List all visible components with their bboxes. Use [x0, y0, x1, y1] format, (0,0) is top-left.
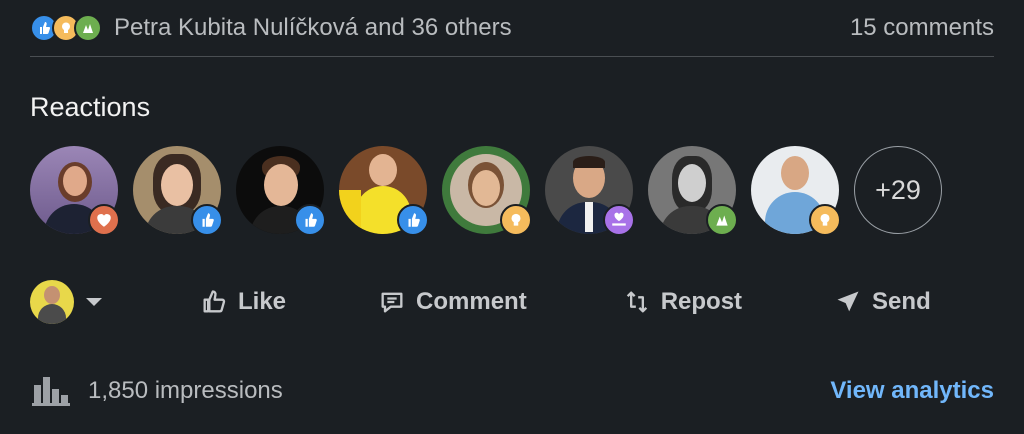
analytics-footer: 1,850 impressions View analytics [30, 366, 994, 416]
repost-icon [626, 291, 647, 313]
chevron-down-icon [86, 298, 102, 306]
send-icon [837, 291, 859, 312]
thumbs-up-icon [203, 290, 226, 313]
reactor-avatar[interactable] [236, 146, 326, 236]
repost-label: Repost [660, 288, 743, 315]
comment-button[interactable]: Comment [378, 288, 527, 316]
like-reaction-icon [294, 204, 326, 236]
comment-icon [381, 292, 403, 313]
like-button[interactable]: Like [200, 288, 286, 316]
send-button[interactable]: Send [834, 288, 931, 316]
actor-avatar [30, 280, 74, 324]
more-reactors-button[interactable]: +29 [854, 146, 942, 234]
reactor-avatar[interactable] [545, 146, 635, 236]
reactions-summary-text[interactable]: Petra Kubita Nulíčková and 36 others [114, 14, 512, 42]
reactions-heading: Reactions [30, 92, 151, 122]
actor-switcher[interactable] [30, 280, 160, 324]
love-reaction-icon [88, 204, 120, 236]
reactor-avatar[interactable] [30, 146, 120, 236]
like-reaction-icon [191, 204, 223, 236]
bar-chart-icon [32, 377, 70, 406]
repost-button[interactable]: Repost [623, 288, 742, 316]
like-label: Like [238, 288, 287, 315]
view-analytics-link[interactable]: View analytics [830, 377, 994, 405]
comments-count-link[interactable]: 15 comments [850, 14, 994, 42]
reactor-avatar[interactable] [133, 146, 223, 236]
send-label: Send [872, 288, 931, 315]
reactor-avatar[interactable] [648, 146, 738, 236]
comment-label: Comment [416, 288, 527, 315]
post-action-bar: Like Comment Repost Send [30, 272, 994, 332]
reaction-summary-icons[interactable] [30, 14, 102, 42]
celebrate-reaction-icon [74, 14, 102, 42]
reactor-avatar[interactable] [751, 146, 841, 236]
insightful-reaction-icon [500, 204, 532, 236]
reactor-avatar[interactable] [339, 146, 429, 236]
insightful-reaction-icon [809, 204, 841, 236]
reactors-list: +29 [30, 146, 942, 236]
support-reaction-icon [603, 204, 635, 236]
divider [30, 56, 994, 57]
celebrate-reaction-icon [706, 204, 738, 236]
reactor-avatar-opentowork[interactable] [442, 146, 532, 236]
like-reaction-icon [397, 204, 429, 236]
impressions-count: 1,850 impressions [88, 377, 283, 404]
social-counts-bar: Petra Kubita Nulíčková and 36 others 15 … [0, 8, 1024, 48]
